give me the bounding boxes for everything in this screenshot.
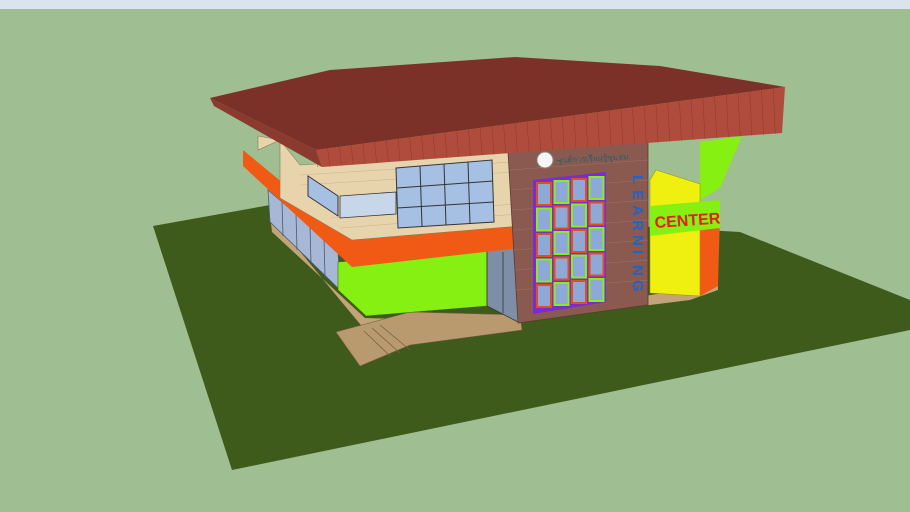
learning-letter: G xyxy=(629,280,646,292)
sketchup-model-view: ศูนย์การเรียนรู้ชุมชน CENTER LEARNING xyxy=(0,0,910,512)
glass-pane xyxy=(590,203,603,224)
glass-pane xyxy=(573,180,585,200)
sign-emblem xyxy=(536,151,554,169)
glass-pane xyxy=(555,207,568,228)
learning-letter: L xyxy=(629,175,646,184)
glass-pane xyxy=(538,184,550,204)
learning-letter: I xyxy=(629,250,646,254)
glass-pane xyxy=(573,231,585,251)
glass-pane xyxy=(538,235,550,255)
learning-letter: N xyxy=(629,235,646,246)
glass-pane xyxy=(573,282,585,302)
sky-strip xyxy=(0,0,910,9)
balcony-railing xyxy=(339,191,397,219)
learning-letter: R xyxy=(629,220,646,231)
glass-pane xyxy=(538,209,550,230)
glass-pane xyxy=(573,256,585,277)
glass-pane xyxy=(590,229,603,249)
glass-pane xyxy=(555,182,568,202)
learning-letter: N xyxy=(629,265,646,276)
glass-pane xyxy=(555,284,568,304)
learning-letter: A xyxy=(629,205,646,216)
glass-pane xyxy=(555,258,568,279)
glass-pane xyxy=(590,178,603,198)
glass-pane xyxy=(573,205,585,226)
learning-letter: E xyxy=(629,190,646,200)
glass-pane xyxy=(590,254,603,275)
glass-pane xyxy=(538,286,550,306)
glass-pane xyxy=(555,233,568,253)
glass-pane xyxy=(538,260,550,281)
glass-pane xyxy=(590,280,603,300)
